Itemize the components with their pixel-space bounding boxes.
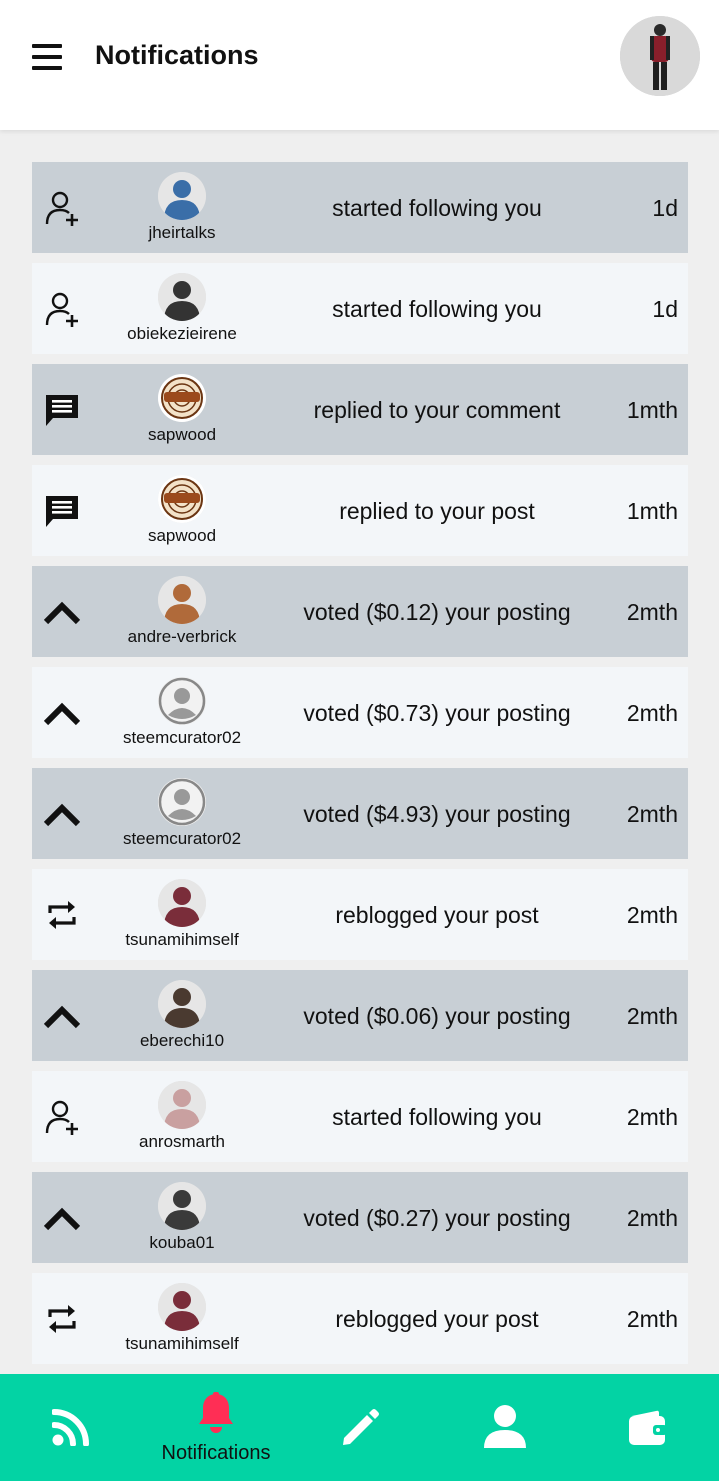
username[interactable]: steemcurator02 [112, 829, 252, 849]
nav-notifications-label: Notifications [161, 1442, 271, 1464]
comment-icon [44, 392, 80, 428]
notification-time: 1mth [626, 498, 678, 524]
user-avatar[interactable] [158, 778, 206, 826]
hamburger-menu-icon[interactable] [32, 44, 62, 70]
user-avatar[interactable] [158, 1182, 206, 1230]
reblog-icon [44, 897, 80, 933]
notification-list: jheirtalks started following you 1d obiekez… [32, 162, 688, 1374]
notification-message: voted ($0.12) your posting [303, 599, 571, 625]
notification-time: 1d [652, 296, 678, 322]
notification-row[interactable]: sapwood replied to your comment 1mth [32, 364, 688, 455]
notification-message: replied to your comment [313, 397, 561, 423]
upvote-chevron-icon [44, 796, 80, 832]
username[interactable]: andre-verbrick [112, 627, 252, 647]
username[interactable]: kouba01 [112, 1233, 252, 1253]
upvote-chevron-icon [44, 594, 80, 630]
notification-row[interactable]: tsunamihimself reblogged your post 2mth [32, 1273, 688, 1364]
user-avatar[interactable] [158, 980, 206, 1028]
notification-message: started following you [332, 195, 542, 221]
notification-row[interactable]: eberechi10 voted ($0.06) your posting 2mth [32, 970, 688, 1061]
username[interactable]: eberechi10 [112, 1031, 252, 1051]
username[interactable]: steemcurator02 [112, 728, 252, 748]
username[interactable]: obiekezieirene [112, 324, 252, 344]
username[interactable]: tsunamihimself [112, 930, 252, 950]
user-avatar[interactable] [158, 374, 206, 422]
wallet-icon [629, 1410, 667, 1445]
nav-notifications[interactable]: Notifications [156, 1374, 276, 1481]
notification-time: 2mth [626, 1003, 678, 1029]
user-avatar[interactable] [158, 879, 206, 927]
notification-message: replied to your post [339, 498, 535, 524]
bottom-nav: Notifications [0, 1374, 719, 1481]
notification-time: 2mth [626, 1205, 678, 1231]
user-avatar[interactable] [158, 475, 206, 523]
follow-icon [44, 1099, 80, 1135]
user-avatar[interactable] [158, 1081, 206, 1129]
user-avatar[interactable] [158, 1283, 206, 1331]
notification-time: 2mth [626, 801, 678, 827]
notification-row[interactable]: kouba01 voted ($0.27) your posting 2mth [32, 1172, 688, 1263]
notification-row[interactable]: andre-verbrick voted ($0.12) your posting… [32, 566, 688, 657]
notification-row[interactable]: jheirtalks started following you 1d [32, 162, 688, 253]
upvote-chevron-icon [44, 998, 80, 1034]
upvote-chevron-icon [44, 695, 80, 731]
notification-row[interactable]: steemcurator02 voted ($0.73) your posting… [32, 667, 688, 758]
username[interactable]: sapwood [112, 425, 252, 445]
upvote-chevron-icon [44, 1200, 80, 1236]
nav-feed[interactable] [12, 1374, 132, 1481]
user-avatar[interactable] [158, 677, 206, 725]
notification-time: 2mth [626, 700, 678, 726]
app-header: Notifications [0, 0, 719, 130]
pencil-icon [343, 1409, 379, 1445]
nav-wallet[interactable] [588, 1374, 708, 1481]
notification-message: voted ($0.73) your posting [303, 700, 571, 726]
rss-feed-icon [52, 1409, 89, 1446]
notification-message: started following you [332, 1104, 542, 1130]
notification-message: reblogged your post [335, 902, 539, 928]
reblog-icon [44, 1301, 80, 1337]
notification-time: 2mth [626, 1306, 678, 1332]
notification-time: 2mth [626, 902, 678, 928]
notification-row[interactable]: steemcurator02 voted ($4.93) your posting… [32, 768, 688, 859]
comment-icon [44, 493, 80, 529]
follow-icon [44, 291, 80, 327]
notification-message: reblogged your post [335, 1306, 539, 1332]
notification-message: voted ($4.93) your posting [303, 801, 571, 827]
user-avatar[interactable] [158, 273, 206, 321]
page-title: Notifications [95, 40, 259, 70]
user-icon [484, 1405, 526, 1448]
user-avatar[interactable] [158, 576, 206, 624]
follow-icon [44, 190, 80, 226]
notification-message: voted ($0.27) your posting [303, 1205, 571, 1231]
notification-row[interactable]: tsunamihimself reblogged your post 2mth [32, 869, 688, 960]
notification-message: started following you [332, 296, 542, 322]
bell-icon [199, 1392, 233, 1433]
username[interactable]: anrosmarth [112, 1132, 252, 1152]
notification-row[interactable]: obiekezieirene started following you 1d [32, 263, 688, 354]
username[interactable]: sapwood [112, 526, 252, 546]
profile-avatar[interactable] [620, 16, 700, 96]
notification-row[interactable]: sapwood replied to your post 1mth [32, 465, 688, 556]
notification-time: 1d [652, 195, 678, 221]
notification-row[interactable]: anrosmarth started following you 2mth [32, 1071, 688, 1162]
nav-compose[interactable] [300, 1374, 420, 1481]
notification-time: 1mth [626, 397, 678, 423]
username[interactable]: tsunamihimself [112, 1334, 252, 1354]
username[interactable]: jheirtalks [112, 223, 252, 243]
notification-time: 2mth [626, 599, 678, 625]
user-avatar[interactable] [158, 172, 206, 220]
notification-message: voted ($0.06) your posting [303, 1003, 571, 1029]
notification-time: 2mth [626, 1104, 678, 1130]
nav-profile[interactable] [444, 1374, 564, 1481]
